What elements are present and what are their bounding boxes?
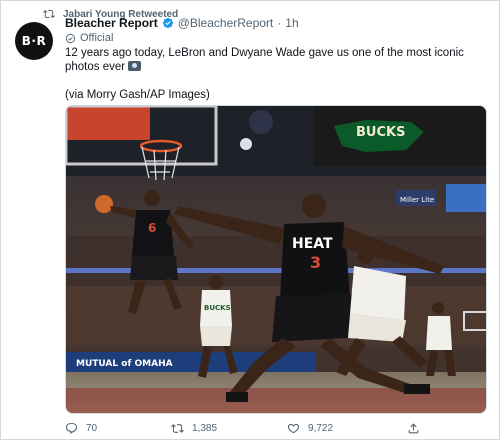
tweet-text-line1: 12 years ago today, LeBron and Dwyane Wa… (65, 47, 464, 73)
arena-light (240, 138, 252, 150)
official-label: Official (65, 32, 113, 44)
tweet-card[interactable]: Jabari Young Retweeted B·R Bleacher Repo… (0, 0, 500, 440)
arena-sign-text: Miller Lite (400, 196, 434, 204)
bucks-logo-text: BUCKS (356, 125, 405, 140)
avatar[interactable]: B·R (15, 22, 53, 60)
tweet-text-credit: (via Morry Gash/AP Images) (65, 89, 210, 101)
verified-badge-icon (162, 17, 173, 29)
photo-scene: BUCKS Miller Lite MUTUAL of OMAHA 6 HEAT… (66, 106, 486, 413)
wade-jersey-number: 3 (310, 253, 321, 272)
like-count: 9,722 (308, 422, 334, 434)
arena-light-glow (249, 110, 273, 134)
tweet-photo[interactable]: BUCKS Miller Lite MUTUAL of OMAHA 6 HEAT… (65, 105, 487, 414)
reply-count: 70 (86, 422, 98, 434)
official-icon (65, 33, 76, 43)
avatar-text: B·R (21, 34, 47, 48)
reply-button[interactable]: 70 (65, 422, 97, 435)
share-icon (408, 422, 419, 433)
tweet-header: Bleacher Report @BleacherReport · 1h (65, 16, 299, 30)
retweet-button[interactable]: 1,385 (171, 422, 217, 435)
camera-emoji-icon (128, 61, 142, 71)
like-button[interactable]: 9,722 (287, 422, 333, 435)
sideline-sign-text: MUTUAL of OMAHA (76, 359, 173, 369)
bucks-jersey-text: BUCKS (204, 304, 231, 312)
tweet-time[interactable]: 1h (285, 16, 298, 30)
share-button[interactable] (407, 422, 420, 435)
author-name[interactable]: Bleacher Report (65, 16, 158, 30)
reply-icon (65, 422, 78, 434)
author-handle[interactable]: @BleacherReport (178, 16, 274, 30)
official-text: Official (80, 32, 114, 44)
backboard-padding (66, 106, 150, 140)
tweet-actions: 70 1,385 9,722 (65, 419, 485, 437)
retweet-icon (171, 423, 184, 433)
video-board (446, 184, 486, 212)
retweet-count: 1,385 (192, 422, 218, 434)
header-separator: · (277, 16, 282, 30)
lebron-jersey-number: 6 (148, 221, 156, 235)
retweet-icon (43, 9, 55, 19)
heart-icon (287, 423, 300, 433)
wade-jersey-team: HEAT (292, 236, 333, 252)
basketball (95, 195, 113, 213)
